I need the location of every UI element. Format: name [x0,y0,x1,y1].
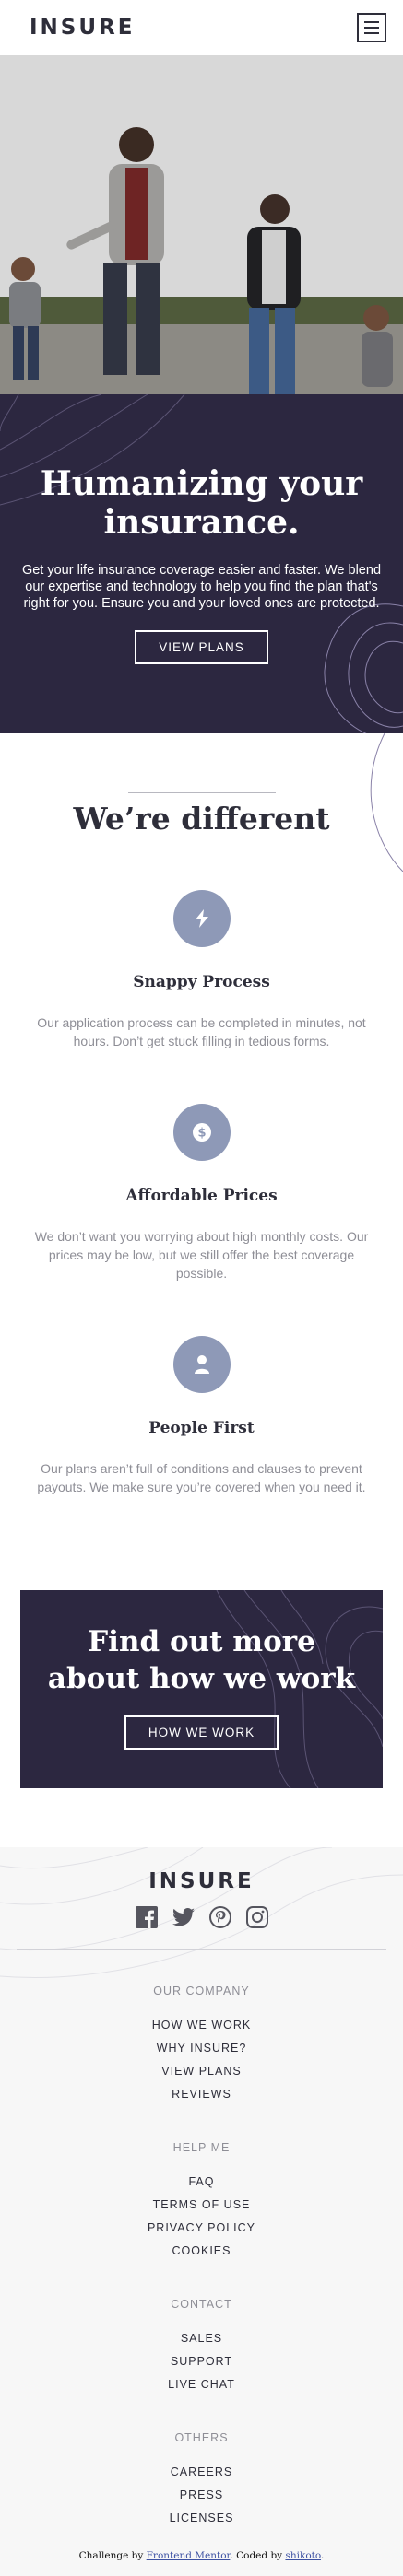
footer-link[interactable]: HOW WE WORK [17,2014,386,2037]
hero-image [0,55,403,394]
footer-logo[interactable]: INSURE [17,1869,386,1893]
hamburger-icon [364,21,379,23]
site-footer: INSURE OUR COMPANY HOW WE WORK WHY INSUR… [0,1847,403,2576]
hero-title: Humanizing your insurance. [40,464,363,542]
footer-link[interactable]: WHY INSURE? [17,2037,386,2060]
attribution: Challenge by Frontend Mentor. Coded by s… [78,2550,325,2561]
family-photo-illustration [0,55,403,394]
social-links [17,1906,386,1928]
site-header: INSURE [0,0,403,55]
feature-title: Snappy Process [133,973,270,991]
features-section: We’re different Snappy Process Our appli… [0,733,403,1524]
footer-group-company: OUR COMPANY HOW WE WORK WHY INSURE? VIEW… [17,1985,386,2106]
footer-group-contact: CONTACT SALES SUPPORT LIVE CHAT [17,2298,386,2396]
menu-button[interactable] [357,13,386,42]
view-plans-button[interactable]: VIEW PLANS [135,630,268,664]
footer-group-title: CONTACT [171,2298,232,2311]
feature-affordable: $ Affordable Prices We don’t want you wo… [18,1104,385,1282]
cta-title: Find out more about how we work [47,1625,356,1695]
footer-group-title: OTHERS [174,2431,229,2444]
footer-group-title: HELP ME [172,2141,231,2154]
footer-link[interactable]: FAQ [17,2171,386,2194]
feature-text: We don’t want you worrying about high mo… [34,1229,369,1281]
section-divider [127,792,276,793]
hero-text: Get your life insurance coverage easier … [21,563,382,611]
hero-section: Humanizing your insurance. Get your life… [0,394,403,733]
feature-title: People First [148,1419,255,1437]
facebook-icon[interactable] [135,1906,158,1928]
footer-link[interactable]: TERMS OF USE [17,2194,386,2217]
footer-link[interactable]: COOKIES [17,2240,386,2263]
footer-divider [17,1949,386,1950]
dollar-coin-icon: $ [172,1104,231,1161]
person-icon [172,1336,231,1393]
feature-snappy: Snappy Process Our application process c… [18,890,385,1050]
svg-text:$: $ [197,1127,206,1141]
pinterest-icon[interactable] [208,1906,231,1928]
footer-link[interactable]: VIEW PLANS [17,2060,386,2083]
footer-link[interactable]: PRIVACY POLICY [17,2217,386,2240]
feature-title: Affordable Prices [125,1187,278,1205]
footer-group-title: OUR COMPANY [153,1985,250,1997]
footer-link[interactable]: LIVE CHAT [17,2373,386,2396]
frontend-mentor-link[interactable]: Frontend Mentor [147,2550,231,2561]
footer-link[interactable]: SUPPORT [17,2350,386,2373]
footer-link[interactable]: PRESS [17,2484,386,2507]
author-link[interactable]: shikoto [285,2550,321,2561]
footer-link[interactable]: SALES [17,2327,386,2350]
instagram-icon[interactable] [245,1906,268,1928]
footer-group-help: HELP ME FAQ TERMS OF USE PRIVACY POLICY … [17,2141,386,2263]
feature-text: Our application process can be completed… [37,1015,366,1048]
footer-link[interactable]: LICENSES [17,2507,386,2530]
how-we-work-button[interactable]: HOW WE WORK [124,1715,279,1750]
twitter-icon[interactable] [172,1906,195,1928]
logo[interactable]: INSURE [30,16,135,40]
footer-link[interactable]: REVIEWS [17,2083,386,2106]
feature-text: Our plans aren’t full of conditions and … [37,1461,366,1494]
lightning-icon [172,890,231,947]
footer-group-others: OTHERS CAREERS PRESS LICENSES [17,2431,386,2530]
feature-people: People First Our plans aren’t full of co… [18,1336,385,1496]
section-title: We’re different [73,801,330,837]
cta-section: Find out more about how we work HOW WE W… [20,1590,383,1788]
